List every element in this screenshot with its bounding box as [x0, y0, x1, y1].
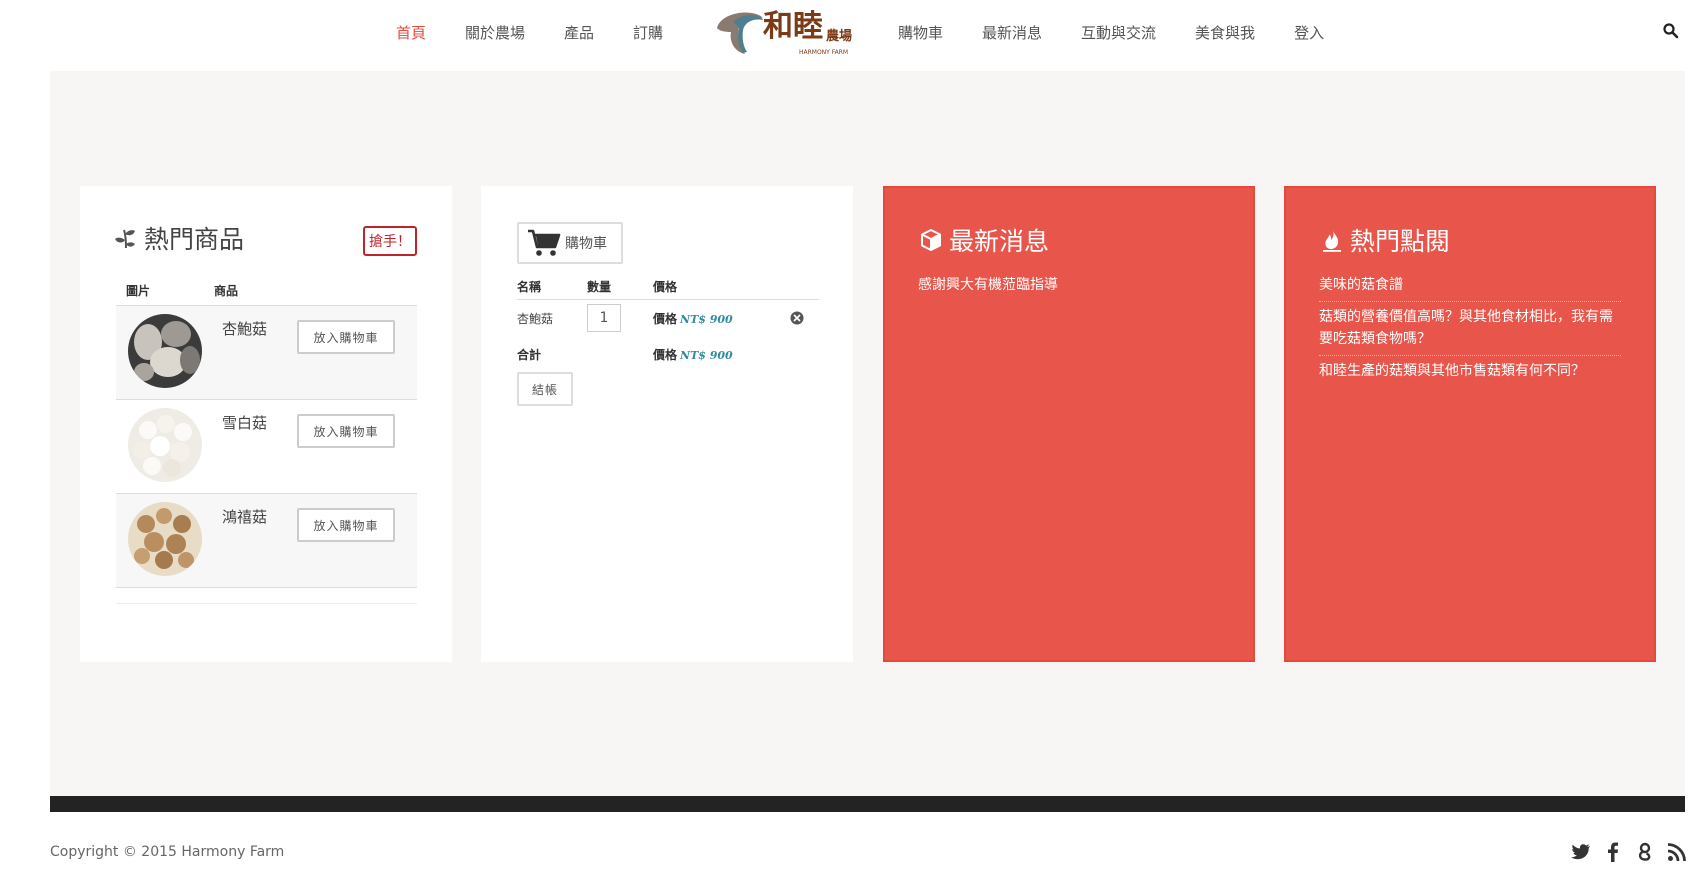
search-icon[interactable] [1662, 22, 1680, 40]
news-title-text: 最新消息 [949, 227, 1050, 256]
hot-reads-list: 美味的菇食譜 菇類的營養價值高嗎？與其他食材相比，我有需要吃菇類食物嗎？ 和睦生… [1319, 270, 1621, 387]
hot-read-item[interactable]: 菇類的營養價值高嗎？與其他食材相比，我有需要吃菇類食物嗎？ [1319, 302, 1621, 356]
main-nav-left: 首頁 關於農場 產品 訂購 [396, 0, 702, 64]
nav-food[interactable]: 美食與我 [1195, 22, 1255, 43]
col-name-header: 名稱 [517, 280, 542, 294]
col-image-header: 圖片 [126, 284, 151, 298]
table-row: 鴻禧菇 放入購物車 [116, 494, 417, 588]
product-name[interactable]: 杏鮑菇 [222, 318, 267, 339]
checkout-button[interactable]: 結帳 [517, 372, 573, 406]
news-item[interactable]: 感謝興大有機蒞臨指導 [918, 270, 1218, 301]
cart-item-price: NT$ 900 [680, 312, 733, 326]
hot-products-title-text: 熱門商品 [144, 225, 245, 254]
table-footer-divider [116, 588, 417, 604]
cart-icon [527, 228, 561, 258]
site-header: 首頁 關於農場 產品 訂購 和睦 農場 HARMONY FARM 購物車 最新消… [0, 0, 1702, 64]
footer-bar [50, 796, 1685, 812]
price-label: 價格 [653, 347, 678, 362]
cart-button[interactable]: 購物車 [517, 222, 623, 264]
cart-total-price: NT$ 900 [680, 348, 733, 362]
cart-item-qty-cell: 1 [587, 304, 653, 332]
hot-reads-title-text: 熱門點閱 [1350, 227, 1451, 256]
hot-badge: 搶手！ [363, 226, 417, 256]
hot-products-title: 熱門商品 [114, 220, 244, 256]
nav-news[interactable]: 最新消息 [982, 22, 1042, 43]
news-list: 感謝興大有機蒞臨指導 [918, 270, 1218, 301]
col-qty-header: 數量 [587, 280, 612, 294]
hot-read-item[interactable]: 和睦生產的菇類與其他市售菇類有何不同？ [1319, 356, 1621, 387]
nav-home[interactable]: 首頁 [396, 22, 426, 43]
product-image-king-oyster [128, 314, 202, 388]
col-price-header: 價格 [653, 280, 678, 294]
hot-products-table: 圖片 商品 杏鮑菇 放入購物車 雪白菇 放入購物車 鴻禧菇 放入購物車 [116, 282, 417, 604]
svg-text:農場: 農場 [826, 28, 852, 44]
svg-text:HARMONY FARM: HARMONY FARM [799, 49, 848, 56]
nav-login[interactable]: 登入 [1294, 22, 1324, 43]
remove-item-icon[interactable] [790, 311, 804, 325]
hot-products-table-header: 圖片 商品 [116, 282, 417, 306]
nav-about-farm[interactable]: 關於農場 [465, 22, 525, 43]
nav-interaction[interactable]: 互動與交流 [1081, 22, 1156, 43]
cart-total-row: 合計 價格 NT$ 900 [517, 336, 819, 372]
nav-products[interactable]: 產品 [564, 22, 594, 43]
cart-button-label: 購物車 [565, 236, 607, 252]
quantity-input[interactable]: 1 [587, 304, 621, 332]
svg-text:和睦: 和睦 [763, 9, 823, 44]
cart-item-name: 杏鮑菇 [517, 311, 554, 326]
rss-icon[interactable] [1666, 841, 1688, 863]
twitter-icon[interactable] [1570, 841, 1592, 863]
fire-icon [1320, 228, 1344, 252]
google-plus-icon[interactable] [1634, 841, 1656, 863]
product-name[interactable]: 鴻禧菇 [222, 506, 267, 527]
site-logo[interactable]: 和睦 農場 HARMONY FARM [713, 6, 863, 58]
cart-table-header: 名稱 數量 價格 [517, 274, 819, 300]
news-card: 最新消息 感謝興大有機蒞臨指導 [883, 186, 1255, 662]
hot-reads-card: 熱門點閱 美味的菇食譜 菇類的營養價值高嗎？與其他食材相比，我有需要吃菇類食物嗎… [1284, 186, 1656, 662]
cube-icon [919, 228, 943, 252]
add-to-cart-button[interactable]: 放入購物車 [297, 508, 395, 542]
copyright-text: Copyright © 2015 Harmony Farm [50, 844, 285, 860]
add-to-cart-button[interactable]: 放入購物車 [297, 414, 395, 448]
facebook-icon[interactable] [1602, 841, 1624, 863]
leaf-icon [114, 226, 138, 250]
product-image-shimeji [128, 502, 202, 576]
main-nav-right: 購物車 最新消息 互動與交流 美食與我 登入 [898, 0, 1363, 64]
add-to-cart-button[interactable]: 放入購物車 [297, 320, 395, 354]
table-row: 雪白菇 放入購物車 [116, 400, 417, 494]
total-label: 合計 [517, 347, 542, 362]
cart-total-cell: 價格 NT$ 900 [653, 346, 793, 363]
table-row: 杏鮑菇 放入購物車 [116, 306, 417, 400]
news-title: 最新消息 [919, 222, 1049, 258]
hot-products-card: 熱門商品 搶手！ 圖片 商品 杏鮑菇 放入購物車 雪白菇 放入購物車 鴻禧菇 放… [80, 186, 452, 662]
social-links [1560, 840, 1688, 864]
nav-order[interactable]: 訂購 [633, 22, 663, 43]
nav-cart[interactable]: 購物車 [898, 22, 943, 43]
cart-card: 購物車 名稱 數量 價格 杏鮑菇 1 價格 NT$ 900 合計 價格 NT$ 90… [481, 186, 853, 662]
cart-table: 名稱 數量 價格 杏鮑菇 1 價格 NT$ 900 合計 價格 NT$ 900 [517, 274, 819, 372]
cart-item-row: 杏鮑菇 1 價格 NT$ 900 [517, 300, 819, 336]
hot-reads-title: 熱門點閱 [1320, 222, 1450, 258]
product-name[interactable]: 雪白菇 [222, 412, 267, 433]
hot-read-item[interactable]: 美味的菇食譜 [1319, 270, 1621, 302]
price-label: 價格 [653, 311, 678, 326]
col-product-header: 商品 [214, 284, 239, 298]
product-image-snow-white [128, 408, 202, 482]
cart-item-price-cell: 價格 NT$ 900 [653, 310, 793, 327]
